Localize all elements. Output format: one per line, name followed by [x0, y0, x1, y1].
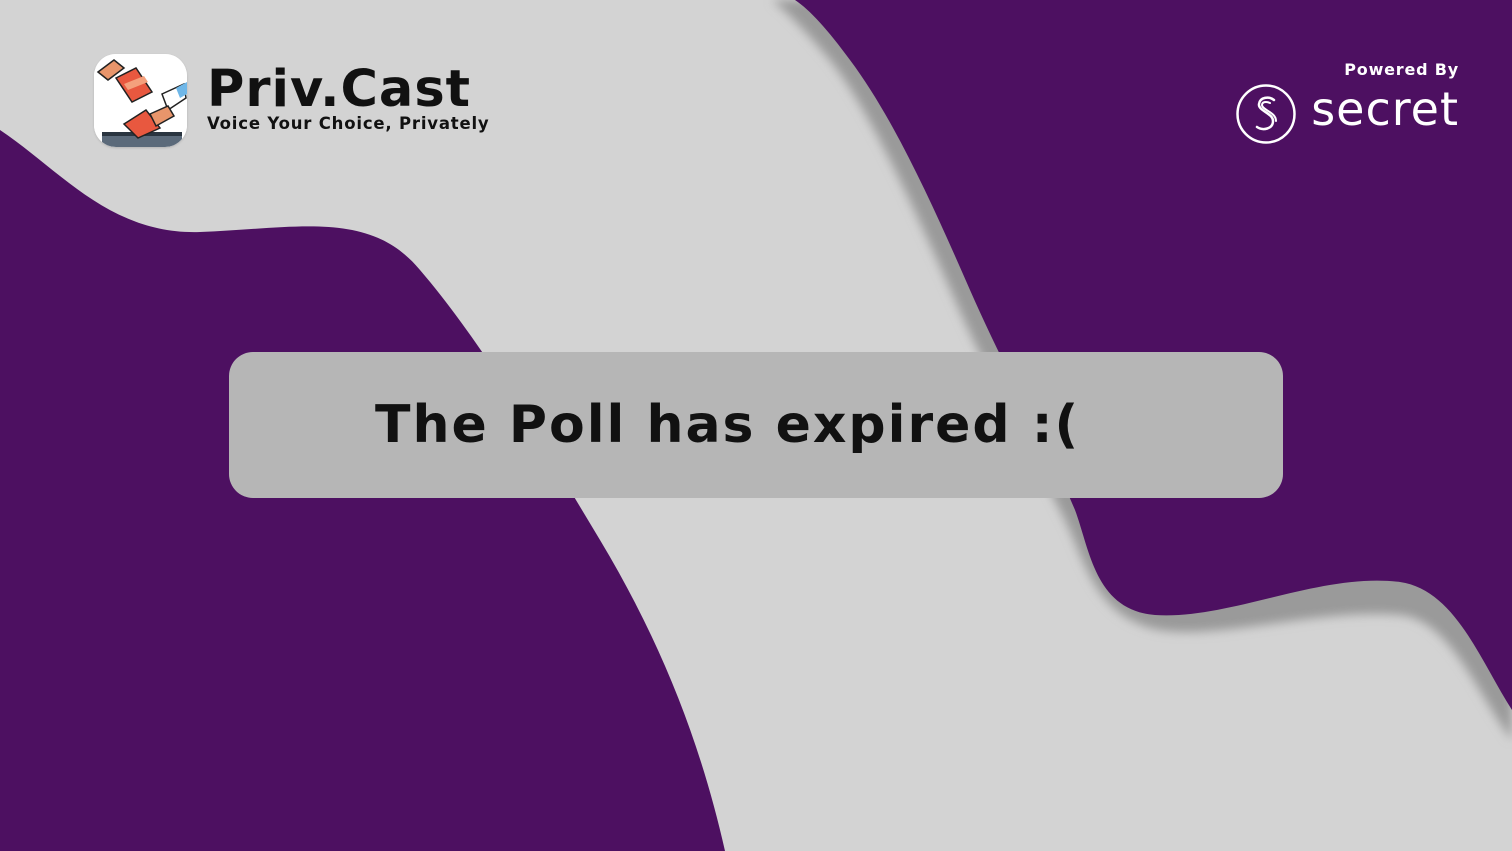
- powered-by[interactable]: Powered By secret: [1235, 60, 1459, 145]
- poll-expired-page: Priv.Cast Voice Your Choice, Privately P…: [0, 0, 1512, 851]
- expired-message: The Poll has expired :(: [375, 395, 1081, 455]
- brand-tagline: Voice Your Choice, Privately: [207, 114, 490, 133]
- expired-message-card: The Poll has expired :(: [229, 352, 1283, 498]
- secret-wordmark: secret: [1311, 82, 1459, 136]
- ballot-box-icon: [94, 54, 187, 147]
- secret-brand: secret: [1235, 83, 1459, 145]
- brand-title: Priv.Cast: [207, 60, 472, 119]
- secret-network-logo-icon: [1236, 84, 1296, 144]
- brand-header[interactable]: Priv.Cast Voice Your Choice, Privately: [94, 54, 489, 147]
- powered-by-label: Powered By: [1344, 60, 1459, 79]
